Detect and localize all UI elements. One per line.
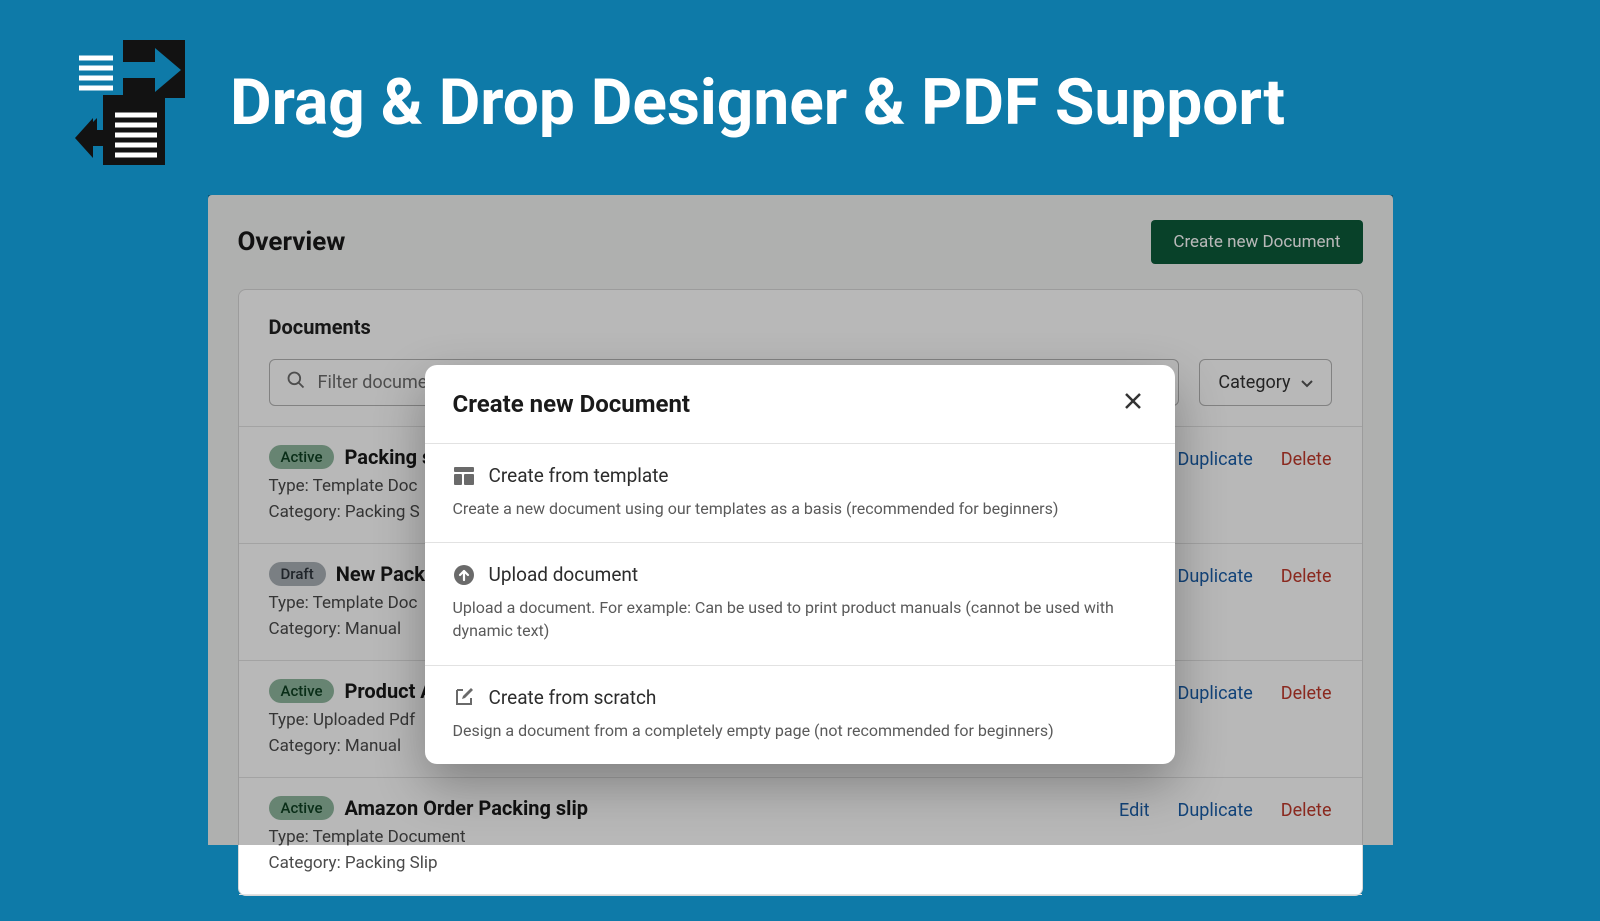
close-icon (1123, 392, 1143, 417)
modal-title: Create new Document (453, 390, 691, 418)
option-description: Upload a document. For example: Can be u… (453, 596, 1147, 642)
upload-icon (453, 564, 475, 586)
option-title: Create from scratch (489, 686, 657, 709)
option-title: Create from template (489, 464, 669, 487)
edit-icon (453, 686, 475, 708)
modal-close-button[interactable] (1119, 387, 1147, 421)
hero-title: Drag & Drop Designer & PDF Support (230, 65, 1285, 140)
option-create-from-template[interactable]: Create from template Create a new docume… (425, 444, 1175, 543)
option-description: Create a new document using our template… (453, 497, 1147, 520)
option-create-from-scratch[interactable]: Create from scratch Design a document fr… (425, 666, 1175, 764)
hero-banner: Drag & Drop Designer & PDF Support (0, 0, 1600, 195)
option-title: Upload document (489, 563, 639, 586)
app-window: Overview Create new Document Documents F… (208, 195, 1393, 845)
document-category: Category: Packing Slip (269, 851, 589, 877)
option-description: Design a document from a completely empt… (453, 719, 1147, 742)
option-upload-document[interactable]: Upload document Upload a document. For e… (425, 543, 1175, 665)
product-logo-icon (75, 40, 190, 165)
create-document-modal: Create new Document Create from template… (425, 365, 1175, 764)
template-icon (453, 465, 475, 487)
